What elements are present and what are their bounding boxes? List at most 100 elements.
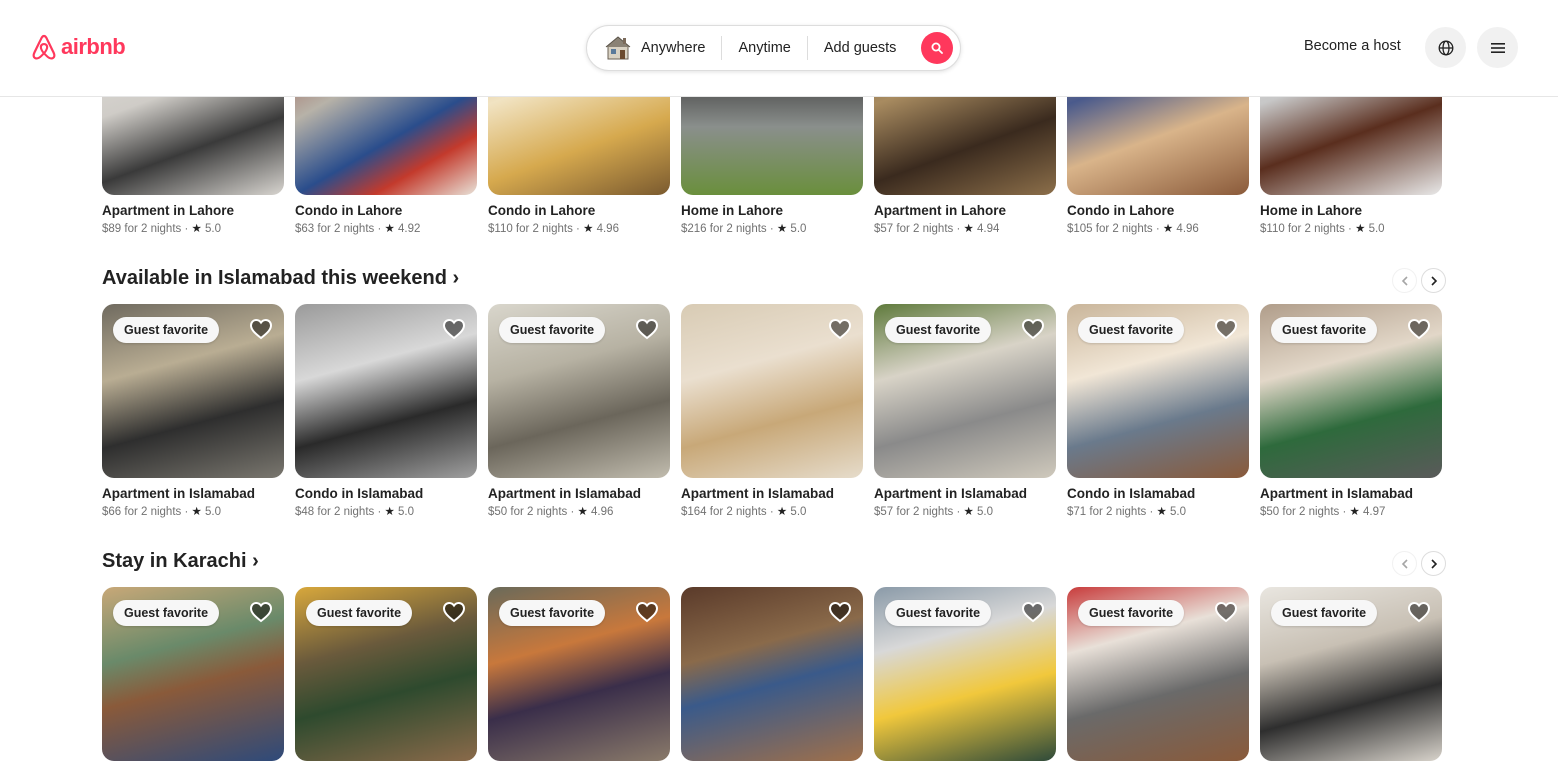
listing-meta: $48 for 2 nights · ★ 5.0 xyxy=(295,506,415,518)
heart-icon[interactable] xyxy=(828,600,852,624)
listing-photo[interactable]: Guest favorite xyxy=(1067,587,1249,761)
listing-photo[interactable]: Guest favorite xyxy=(488,587,670,761)
listing-meta: $50 for 2 nights · ★ 4.96 xyxy=(488,506,614,518)
listing-photo[interactable] xyxy=(681,304,863,478)
listing-price: $105 for 2 nights xyxy=(1067,223,1153,235)
listing-rating: 5.0 xyxy=(977,506,994,518)
listing-card[interactable]: Condo in Islamabad $48 for 2 nights · ★ … xyxy=(295,304,477,518)
guest-favorite-badge: Guest favorite xyxy=(306,600,413,626)
listing-title: Apartment in Islamabad xyxy=(681,486,835,501)
heart-icon[interactable] xyxy=(249,317,273,341)
star-icon: ★ xyxy=(577,506,588,518)
search-dates[interactable]: Anytime xyxy=(722,40,806,56)
listing-photo[interactable]: Guest favorite xyxy=(295,587,477,761)
row-title: Available in Islamabad this weekend xyxy=(102,267,447,289)
listing-card[interactable]: Guest favorite xyxy=(1067,587,1249,761)
listing-card[interactable]: Guest favorite Apartment in Islamabad $5… xyxy=(1260,304,1442,518)
heart-icon[interactable] xyxy=(635,317,659,341)
listing-cards: Guest favorite Apartment in Islamabad $6… xyxy=(102,304,1442,518)
star-icon: ★ xyxy=(191,223,202,235)
listing-card[interactable]: Guest favorite Apartment in Islamabad $6… xyxy=(102,304,284,518)
listing-price: $66 for 2 nights xyxy=(102,506,182,518)
row-header: Stay in Karachi › xyxy=(102,548,1446,578)
scroll-right-button[interactable] xyxy=(1421,551,1446,576)
heart-icon[interactable] xyxy=(635,600,659,624)
language-button[interactable] xyxy=(1425,27,1466,68)
listing-meta: $57 for 2 nights · ★ 4.94 xyxy=(874,223,1000,235)
chevron-right-icon: › xyxy=(452,267,460,289)
heart-icon[interactable] xyxy=(442,600,466,624)
scroll-left-button[interactable] xyxy=(1392,551,1417,576)
heart-icon[interactable] xyxy=(249,600,273,624)
listing-photo[interactable]: Guest favorite xyxy=(488,304,670,478)
listing-photo[interactable]: Guest favorite xyxy=(1260,304,1442,478)
listing-rating: 5.0 xyxy=(398,506,415,518)
listing-meta: $164 for 2 nights · ★ 5.0 xyxy=(681,506,807,518)
listing-photo[interactable] xyxy=(681,587,863,761)
listing-photo[interactable]: Guest favorite xyxy=(1067,304,1249,478)
row-title-link[interactable]: Available in Islamabad this weekend › xyxy=(102,267,459,290)
chevron-right-icon xyxy=(1430,275,1437,286)
listing-meta: $50 for 2 nights · ★ 4.97 xyxy=(1260,506,1386,518)
listing-meta: $66 for 2 nights · ★ 5.0 xyxy=(102,506,222,518)
row-title-link[interactable]: Stay in Karachi › xyxy=(102,550,259,573)
star-icon: ★ xyxy=(1162,223,1174,235)
guest-favorite-badge: Guest favorite xyxy=(1271,317,1378,343)
chevron-left-icon xyxy=(1401,558,1408,569)
heart-icon[interactable] xyxy=(1407,600,1431,624)
listing-title: Apartment in Islamabad xyxy=(1260,486,1414,501)
listing-card[interactable]: Guest favorite Apartment in Islamabad $5… xyxy=(874,304,1056,518)
search-location[interactable]: Anywhere xyxy=(633,40,721,56)
listing-rating: 5.0 xyxy=(790,223,807,235)
airbnb-logo[interactable]: airbnb xyxy=(29,31,126,63)
listing-rating: 5.0 xyxy=(1368,223,1385,235)
listing-card[interactable]: Guest favorite xyxy=(295,587,477,761)
heart-icon[interactable] xyxy=(442,317,466,341)
listing-card[interactable]: Guest favorite xyxy=(102,587,284,761)
heart-icon[interactable] xyxy=(1021,600,1045,624)
guest-favorite-badge: Guest favorite xyxy=(113,600,220,626)
listing-photo[interactable]: Guest favorite xyxy=(874,304,1056,478)
listing-rating: 4.94 xyxy=(977,223,1000,235)
scroll-right-button[interactable] xyxy=(1421,268,1446,293)
main-menu-button[interactable] xyxy=(1477,27,1518,68)
chevron-left-icon xyxy=(1401,275,1408,286)
listing-photo[interactable]: Guest favorite xyxy=(102,304,284,478)
listing-price: $110 for 2 nights xyxy=(488,223,573,235)
row-title: Stay in Karachi xyxy=(102,550,247,572)
listing-rating: 5.0 xyxy=(1170,506,1187,518)
listing-title: Condo in Lahore xyxy=(488,203,596,218)
listing-photo[interactable] xyxy=(295,304,477,478)
listing-photo[interactable]: Guest favorite xyxy=(102,587,284,761)
chevron-right-icon: › xyxy=(252,550,259,572)
top-header: airbnb Anywhere Anytime Add guests Becom… xyxy=(0,0,1558,97)
listing-card[interactable]: Guest favorite xyxy=(488,587,670,761)
hamburger-icon xyxy=(1490,42,1505,53)
heart-icon[interactable] xyxy=(1021,317,1045,341)
heart-icon[interactable] xyxy=(1407,317,1431,341)
heart-icon[interactable] xyxy=(1214,317,1238,341)
become-host-link[interactable]: Become a host xyxy=(1304,38,1401,54)
listing-card[interactable] xyxy=(681,587,863,761)
guest-favorite-badge: Guest favorite xyxy=(113,317,220,343)
heart-icon[interactable] xyxy=(828,317,852,341)
listing-photo[interactable]: Guest favorite xyxy=(1260,587,1442,761)
listing-card[interactable]: Guest favorite Condo in Islamabad $71 fo… xyxy=(1067,304,1249,518)
listing-title: Apartment in Lahore xyxy=(102,203,235,218)
search-guests[interactable]: Add guests xyxy=(808,40,913,56)
globe-icon xyxy=(1438,40,1453,55)
heart-icon[interactable] xyxy=(1214,600,1238,624)
guest-favorite-badge: Guest favorite xyxy=(1078,317,1185,343)
listing-card[interactable]: Guest favorite xyxy=(874,587,1056,761)
search-bar[interactable]: Anywhere Anytime Add guests xyxy=(586,25,961,71)
listing-meta: $105 for 2 nights · ★ 4.96 xyxy=(1067,223,1199,235)
star-icon: ★ xyxy=(963,223,974,235)
listing-price: $50 for 2 nights xyxy=(1260,506,1340,518)
listing-card[interactable]: Guest favorite Apartment in Islamabad $5… xyxy=(488,304,670,518)
listing-card[interactable]: Guest favorite xyxy=(1260,587,1442,761)
scroll-left-button[interactable] xyxy=(1392,268,1417,293)
listing-photo[interactable]: Guest favorite xyxy=(874,587,1056,761)
listing-card[interactable]: Apartment in Islamabad $164 for 2 nights… xyxy=(681,304,863,518)
search-button[interactable] xyxy=(921,32,953,64)
listing-rating: 4.92 xyxy=(398,223,421,235)
